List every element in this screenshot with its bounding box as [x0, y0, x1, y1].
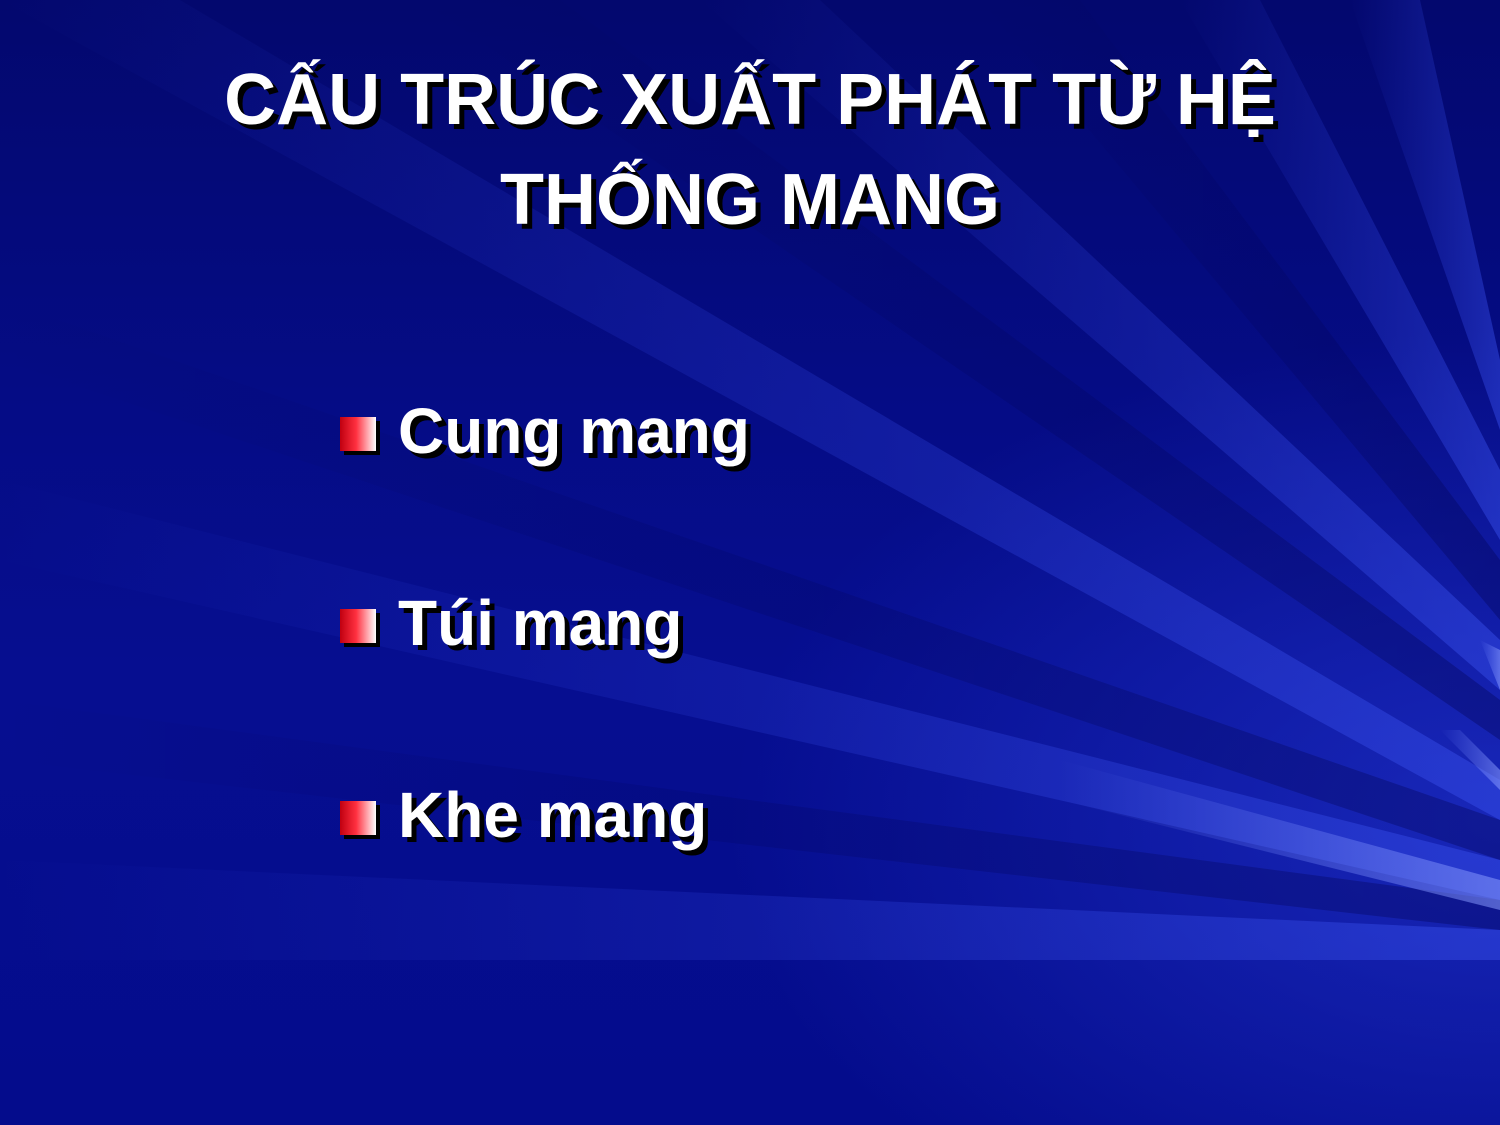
bullet-text: Túi mang — [398, 587, 683, 659]
bullet-list: Cung mang Túi mang Khe mang — [340, 385, 750, 961]
title-line-1: CẤU TRÚC XUẤT PHÁT TỪ HỆ — [224, 60, 1276, 140]
square-bullet-icon — [340, 801, 376, 835]
square-bullet-icon — [340, 417, 376, 451]
bullet-item-khe-mang: Khe mang — [340, 769, 750, 961]
slide-title: CẤU TRÚC XUẤT PHÁT TỪ HỆ THỐNG MANG — [150, 50, 1350, 250]
bullet-item-tui-mang: Túi mang — [340, 577, 750, 769]
bullet-text: Khe mang — [398, 779, 708, 851]
bullet-text: Cung mang — [398, 395, 750, 467]
slide: CẤU TRÚC XUẤT PHÁT TỪ HỆ THỐNG MANG Cung… — [0, 0, 1500, 1125]
bullet-item-cung-mang: Cung mang — [340, 385, 750, 577]
square-bullet-icon — [340, 609, 376, 643]
title-line-2: THỐNG MANG — [500, 160, 1000, 240]
